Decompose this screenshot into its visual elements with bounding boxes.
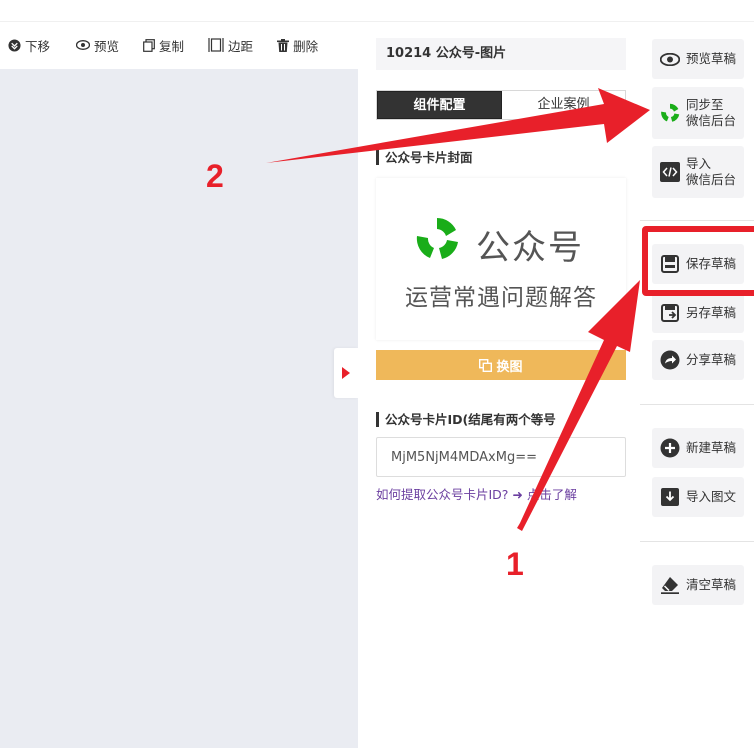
swap-image-button[interactable]: 换图 xyxy=(376,350,626,380)
share-draft-button[interactable]: 分享草稿 xyxy=(652,340,744,380)
margin-icon xyxy=(208,38,224,52)
clear-draft-button[interactable]: 清空草稿 xyxy=(652,565,744,605)
code-icon xyxy=(660,162,680,182)
margin-button[interactable]: 边距 xyxy=(208,36,253,55)
card-id-section-heading: 公众号卡片ID(结尾有两个等号 xyxy=(376,412,556,427)
wechat-sync-icon xyxy=(661,103,680,122)
tab-enterprise-cases[interactable]: 企业案例 xyxy=(502,91,625,119)
eye-icon xyxy=(660,52,680,66)
top-header-strip xyxy=(0,0,754,22)
preview-label: 预览 xyxy=(94,38,120,54)
copy-icon xyxy=(143,38,155,52)
cover-brand-text: 公众号 xyxy=(476,228,584,268)
editor-canvas[interactable] xyxy=(0,69,358,748)
tab-component-config[interactable]: 组件配置 xyxy=(377,91,502,119)
download-icon xyxy=(661,488,679,506)
preview-button[interactable]: 预览 xyxy=(76,36,119,55)
config-panel: 10214 公众号-图片 组件配置 企业案例 公众号卡片封面 公众号 运营常遇问… xyxy=(358,22,640,748)
copy-label: 复制 xyxy=(159,38,185,54)
sidebar-divider xyxy=(640,404,754,405)
preview-draft-button[interactable]: 预览草稿 xyxy=(652,39,744,79)
new-draft-label: 新建草稿 xyxy=(686,440,737,455)
eye-icon xyxy=(76,40,91,50)
import-label-line2: 微信后台 xyxy=(686,172,737,187)
sync-wechat-button[interactable]: 同步至 微信后台 xyxy=(652,87,744,139)
import-article-label: 导入图文 xyxy=(686,489,737,504)
caret-right-icon xyxy=(342,367,350,379)
sidebar-divider xyxy=(640,220,754,221)
share-icon xyxy=(660,350,680,370)
draft-sidebar: 预览草稿 同步至 微信后台 导入 微信后台 保存草稿 另存草稿 分享草稿 新建草稿 … xyxy=(640,22,754,748)
new-draft-button[interactable]: 新建草稿 xyxy=(652,428,744,468)
import-label-line1: 导入 xyxy=(686,156,712,171)
sidebar-divider xyxy=(640,541,754,542)
save-draft-highlight xyxy=(642,226,754,296)
move-down-icon xyxy=(8,38,21,52)
cover-section-heading: 公众号卡片封面 xyxy=(376,150,473,165)
swap-image-label: 换图 xyxy=(496,359,523,375)
panel-tabs: 组件配置 企业案例 xyxy=(376,90,626,120)
preview-draft-label: 预览草稿 xyxy=(686,51,737,66)
swap-image-icon xyxy=(479,358,493,372)
component-title: 10214 公众号-图片 xyxy=(376,38,626,70)
plus-circle-icon xyxy=(660,438,680,458)
trash-icon xyxy=(277,38,290,52)
sync-label-line1: 同步至 xyxy=(686,97,724,112)
annotation-number-2: 2 xyxy=(206,158,224,194)
save-as-draft-label: 另存草稿 xyxy=(686,305,737,320)
delete-button[interactable]: 删除 xyxy=(277,36,318,55)
move-down-label: 下移 xyxy=(25,38,51,54)
copy-button[interactable]: 复制 xyxy=(143,36,184,55)
share-draft-label: 分享草稿 xyxy=(686,352,737,367)
card-id-help-link[interactable]: 如何提取公众号卡片ID? ➜ 点击了解 xyxy=(376,484,577,503)
component-toolbar: 下移 预览 复制 边距 删除 xyxy=(0,30,342,60)
save-as-draft-button[interactable]: 另存草稿 xyxy=(652,293,744,333)
sync-label-line2: 微信后台 xyxy=(686,113,737,128)
delete-label: 删除 xyxy=(293,38,319,54)
card-id-input[interactable] xyxy=(376,437,626,477)
save-as-icon xyxy=(661,304,679,322)
import-article-button[interactable]: 导入图文 xyxy=(652,477,744,517)
card-cover-image[interactable]: 公众号 运营常遇问题解答 xyxy=(376,178,626,340)
collapse-panel-toggle[interactable] xyxy=(334,348,358,398)
wechat-official-logo-icon xyxy=(416,217,458,259)
move-down-button[interactable]: 下移 xyxy=(8,36,50,55)
cover-subtitle: 运营常遇问题解答 xyxy=(405,285,597,311)
margin-label: 边距 xyxy=(228,38,254,54)
clear-draft-label: 清空草稿 xyxy=(686,577,737,592)
eraser-icon xyxy=(661,577,679,594)
import-wechat-button[interactable]: 导入 微信后台 xyxy=(652,146,744,198)
annotation-number-1: 1 xyxy=(506,546,524,582)
